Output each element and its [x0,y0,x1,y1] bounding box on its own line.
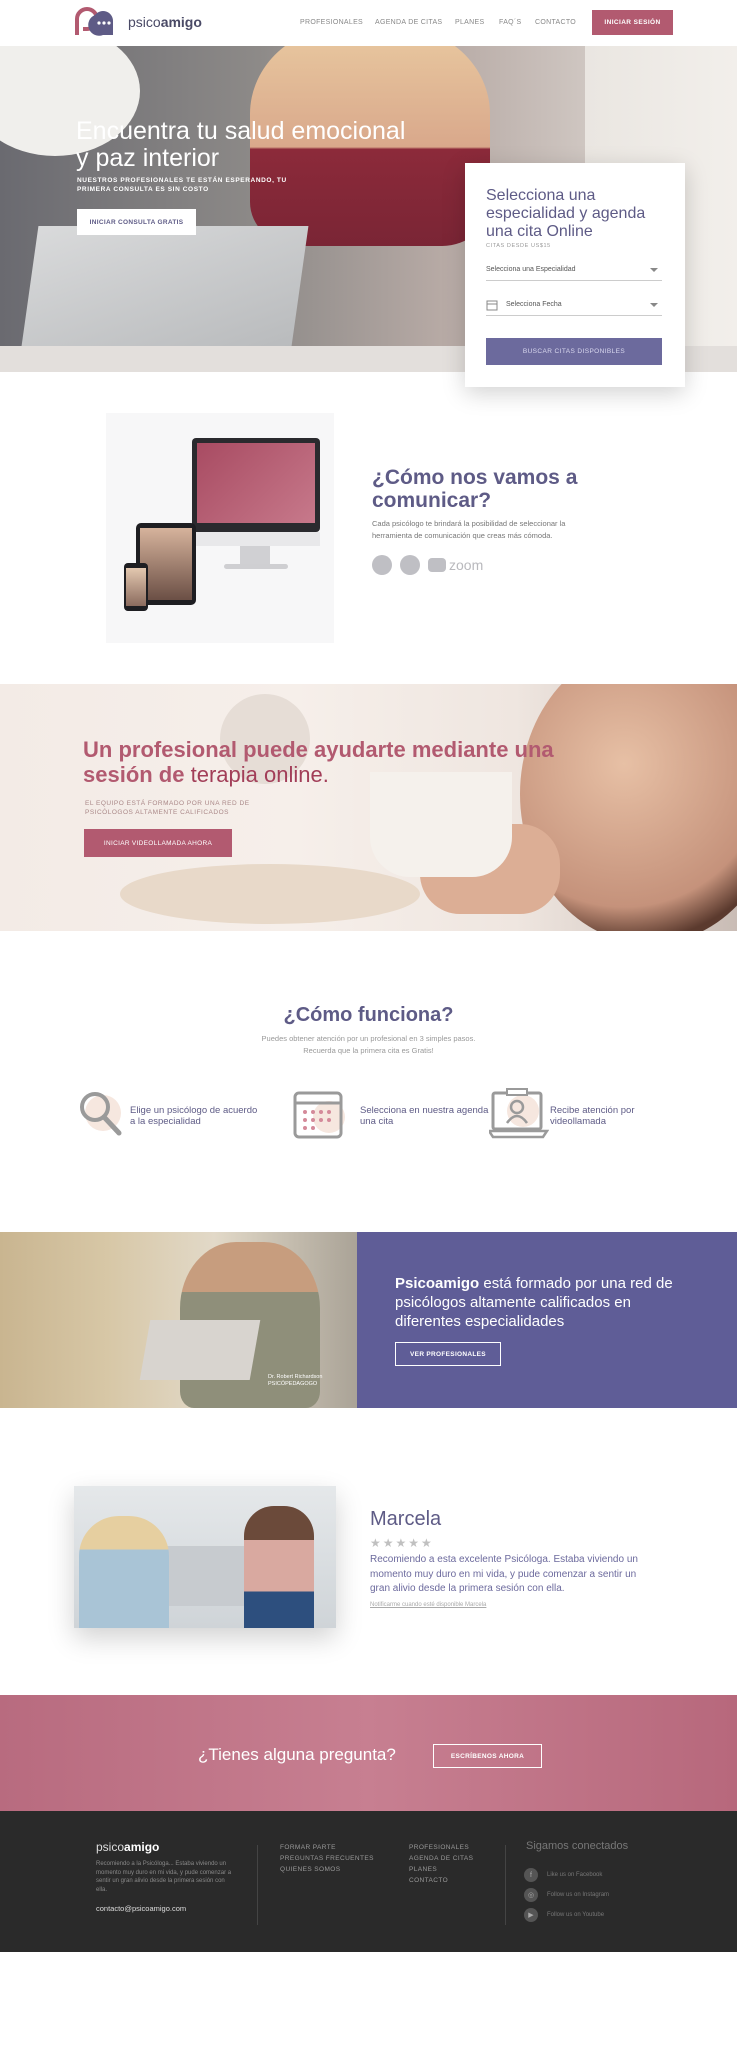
zoom-logo: zoom [428,557,483,573]
footer-links-col1: FORMAR PARTE PREGUNTAS FRECUENTES QUIENE… [280,1842,374,1875]
testimonial-quote: Recomiendo a esta excelente Psicóloga. E… [370,1554,638,1594]
youtube-icon: ▶ [524,1908,538,1922]
instagram-icon: ◎ [524,1888,538,1902]
hero-title: Encuentra tu salud emocional y paz inter… [76,117,406,172]
nav-profesionales[interactable]: PROFESIONALES [300,19,363,26]
start-free-consultation-button[interactable]: INICIAR CONSULTA GRATIS [77,209,196,235]
cup-image [370,772,512,877]
how-it-works-title: ¿Cómo funciona? [283,1004,454,1026]
start-videocall-button[interactable]: INICIAR VIDEOLLAMADA AHORA [84,829,232,857]
instagram-link[interactable]: ◎ Follow us on Instagram [524,1888,609,1902]
booking-price-caption: CITAS DESDE US$15 [486,243,551,249]
nav-contacto[interactable]: CONTACTO [535,19,576,26]
communication-tools: zoom [372,555,483,575]
footer-link[interactable]: PROFESIONALES [409,1842,473,1853]
chevron-down-icon [650,268,658,272]
booking-title: Selecciona una especialidad y agenda una… [486,187,646,240]
step-choose-psychologist: Elige un psicólogo de acuerdo a la espec… [73,1087,263,1147]
booking-card: Selecciona una especialidad y agenda una… [465,163,685,387]
hero-laptop-image [21,226,309,346]
footer-divider [505,1845,506,1925]
footer-description: Recomiendo a la Psicóloga... Estaba vivi… [96,1861,232,1893]
hero-subtitle: NUESTROS PROFESIONALES TE ESTÁN ESPERAND… [77,177,287,193]
step-select-appointment: Selecciona en nuestra agenda una cita [293,1087,488,1147]
notify-availability-link[interactable]: Notificarme cuando esté disponible Marce… [370,1602,486,1608]
footer-link[interactable]: PLANES [409,1864,473,1875]
calendar-icon [293,1091,345,1139]
hangouts-icon [372,555,392,575]
calendar-icon [486,300,498,310]
videocall-laptop-icon [489,1088,549,1139]
footer-links-col2: PROFESIONALES AGENDA DE CITAS PLANES CON… [409,1842,473,1886]
social-title: Sigamos conectados [526,1840,629,1852]
search-appointments-button[interactable]: BUSCAR CITAS DISPONIBLES [486,338,662,365]
photo-caption: Dr. Robert Richardson PSICÓPEDAGOGO [268,1374,323,1387]
team-description: Psicoamigo está formado por una red de p… [395,1275,673,1330]
whatsapp-icon [400,555,420,575]
date-select[interactable]: Selecciona Fecha [486,294,662,316]
logo-wordmark[interactable]: psicoamigo [128,14,202,30]
footer-divider [257,1845,258,1925]
view-professionals-button[interactable]: VER PROFESIONALES [395,1342,501,1366]
date-select-value: Selecciona Fecha [506,301,562,308]
psicoamigo-logo-icon[interactable] [73,7,117,39]
nav-faqs[interactable]: FAQ´S [499,19,522,26]
write-us-button[interactable]: ESCRÍBENOS AHORA [433,1744,542,1768]
footer-link[interactable]: AGENDA DE CITAS [409,1853,473,1864]
phone-image [124,563,148,611]
how-it-works-subtitle: Puedes obtener atención por un profesion… [261,1034,476,1055]
facebook-link[interactable]: f Like us on Facebook [524,1868,602,1882]
testimonial-name: Marcela [370,1508,442,1530]
login-button[interactable]: INICIAR SESIÓN [592,10,673,35]
footer-logo[interactable]: psicoamigo [96,1840,159,1854]
nav-agenda-de-citas[interactable]: AGENDA DE CITAS [375,19,442,26]
step-video-call: Recibe atención por videollamada [489,1087,679,1147]
devices-illustration [106,413,334,643]
zoom-camera-icon [428,558,446,572]
communicate-title: ¿Cómo nos vamos a comunicar? [372,466,578,512]
footer-link[interactable]: QUIENES SOMOS [280,1864,374,1875]
footer-email-link[interactable]: contacto@psicoamigo.com [96,1904,186,1913]
site-header: psicoamigo PROFESIONALES AGENDA DE CITAS… [0,0,737,46]
search-magnifier-icon [80,1092,122,1136]
specialty-select-value: Selecciona una Especialidad [486,266,576,273]
facebook-icon: f [524,1868,538,1882]
communicate-text: Cada psicólogo te brindará la posibilida… [372,519,566,540]
youtube-link[interactable]: ▶ Follow us on Youtube [524,1908,604,1922]
nav-planes[interactable]: PLANES [455,19,484,26]
psychologist-photo: Dr. Robert Richardson PSICÓPEDAGOGO [0,1232,357,1408]
imac-image [192,438,320,532]
rating-stars: ★★★★★ [370,1536,434,1550]
banner-subtitle: EL EQUIPO ESTÁ FORMADO POR UNA RED DE PS… [85,800,250,816]
footer-link[interactable]: PREGUNTAS FRECUENTES [280,1853,374,1864]
footer-link[interactable]: FORMAR PARTE [280,1842,374,1853]
footer-link[interactable]: CONTACTO [409,1875,473,1886]
question-text: ¿Tienes alguna pregunta? [198,1745,396,1764]
specialty-select[interactable]: Selecciona una Especialidad [486,259,662,281]
banner-title: Un profesional puede ayudarte mediante u… [83,737,554,787]
testimonial-photo [74,1486,336,1628]
chevron-down-icon [650,303,658,307]
